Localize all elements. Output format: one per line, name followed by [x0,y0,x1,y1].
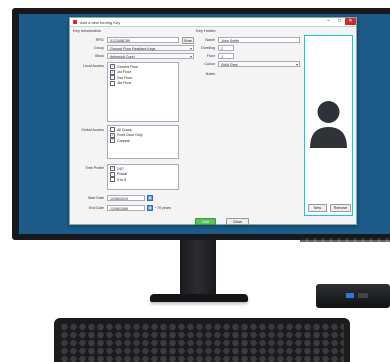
usb-port-icon [346,293,354,298]
window-controls: – □ ✕ [323,18,356,25]
checkbox-icon[interactable] [110,80,115,86]
checkbox-icon[interactable] [110,127,115,133]
window-title: Add a new touring Key [80,19,121,25]
photo-panel: New Remove [304,35,353,216]
close-button[interactable]: Close [226,218,249,225]
colour-select[interactable]: Solid Grey [218,61,300,68]
block-label: Block [95,54,104,58]
add-key-dialog: Add a new touring Key – □ ✕ Key Informat… [69,17,357,225]
list-item[interactable]: 3rd Floor [110,80,176,87]
user-silhouette-icon [310,101,347,148]
rfid-label: RFID [95,38,104,42]
start-date-label: Start Date [87,196,104,200]
time-profile-list: ✓ 24/7 Postal 9 to 5 [107,164,179,190]
close-window-button[interactable]: ✕ [345,18,356,25]
list-item[interactable]: 9 to 5 [110,177,176,183]
monitor-edge [300,238,390,242]
mini-pc [316,284,390,308]
name-field[interactable]: John Smith [218,37,300,43]
list-item[interactable]: ✓ Carpark [110,138,176,144]
floor-field[interactable]: 1 [218,53,234,59]
minimize-button[interactable]: – [323,18,334,25]
key-holder-header: Key Holder [196,28,216,33]
checkbox-icon[interactable] [110,75,115,81]
checkbox-icon[interactable]: ✓ [110,64,115,70]
global-access-label: Global Access [81,128,104,132]
duration-text: ~70 years [155,206,171,210]
end-date-label: End Date [89,206,104,210]
monitor-stand-base [150,294,248,302]
calendar-icon[interactable]: ▦ [147,205,153,211]
dwelling-label: Dwelling [201,46,215,50]
keyboard [54,318,350,362]
new-photo-button[interactable]: New [308,204,327,212]
monitor-stand-neck [180,240,216,298]
checkbox-icon[interactable]: ✓ [110,138,115,144]
maximize-button[interactable]: □ [334,18,345,25]
app-icon [73,20,77,24]
keyboard-keys [60,323,344,362]
block-select[interactable]: Ashwood Court [107,53,194,60]
dwelling-field[interactable]: 2 [218,45,234,51]
checkbox-icon[interactable] [110,177,115,183]
checkbox-icon[interactable]: ✓ [110,132,115,138]
title-bar: Add a new touring Key – □ ✕ [70,18,356,27]
local-access-list: ✓ Ground Floor ✓ 1st Floor 2nd Floor 3rd F… [107,62,179,122]
rfid-field[interactable]: 0123456789 [107,37,179,43]
checkbox-icon[interactable]: ✓ [110,69,115,75]
group-select[interactable]: Ground Floor Resident Keys [107,45,194,52]
end-date-field[interactable]: 12/08/2089 [107,205,145,211]
monitor: Add a new touring Key – □ ✕ Key Informat… [12,8,390,240]
port-icon [358,293,368,298]
checkbox-icon[interactable]: ✓ [110,166,115,172]
notes-label: Notes [205,72,215,76]
calendar-icon[interactable]: ▦ [147,195,153,201]
name-label: Name [205,38,215,42]
desktop-screen: Add a new touring Key – □ ✕ Key Informat… [19,14,390,234]
local-access-label: Local Access [83,64,104,68]
colour-label: Colour [204,62,215,66]
add-button[interactable]: Add [195,218,216,225]
time-profile-label: Time Profile [84,166,104,170]
group-label: Group [94,46,104,50]
global-access-list: All Doors ✓ Front Door Only ✓ Carpark [107,125,179,159]
key-information-header: Key Information [73,28,102,33]
remove-photo-button[interactable]: Remove [330,204,351,212]
checkbox-icon[interactable] [110,171,115,177]
floor-label: Floor [206,54,215,58]
start-date-field[interactable]: 12/08/2019 [107,195,145,201]
